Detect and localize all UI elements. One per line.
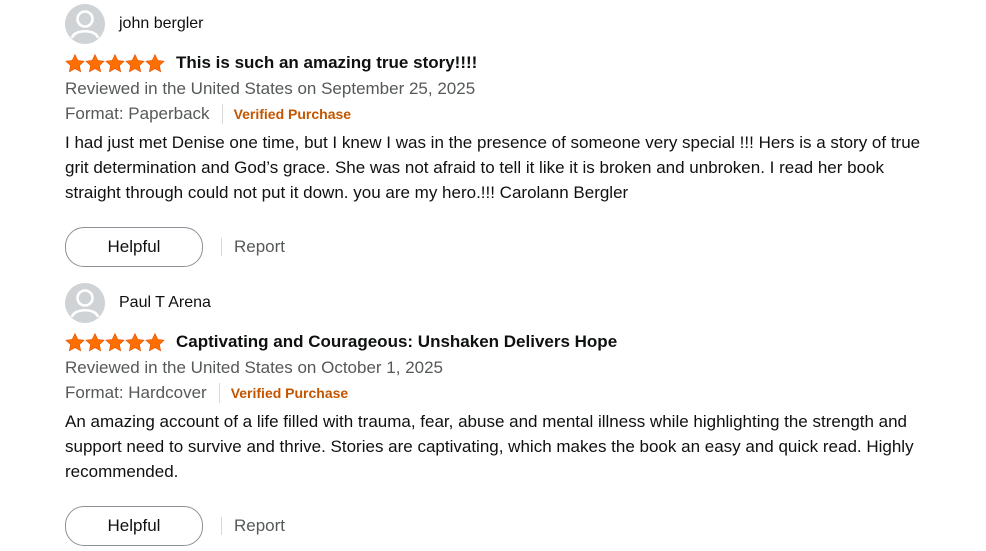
report-link[interactable]: Report [234,516,285,536]
star-icon [65,53,85,72]
star-icon [65,332,85,351]
review-body: I had just met Denise one time, but I kn… [65,133,921,202]
divider [221,517,222,535]
verified-purchase-badge: Verified Purchase [230,384,349,401]
review-date: Reviewed in the United States on Septemb… [65,79,476,98]
star-icon [105,53,125,72]
reviewer-name[interactable]: john bergler [119,15,204,33]
report-link[interactable]: Report [234,237,285,257]
star-icon [125,53,145,72]
divider [221,238,222,256]
star-icon [85,53,105,72]
review-date: Reviewed in the United States on October… [65,358,444,377]
reviewer-name[interactable]: Paul T Arena [119,294,211,312]
review-format-row: Format: Paperback Verified Purchase [65,101,925,126]
review-body: An amazing account of a life filled with… [65,412,914,481]
review-title[interactable]: Captivating and Courageous: Unshaken Del… [176,332,617,352]
avatar-icon [65,283,105,323]
review-title[interactable]: This is such an amazing true story!!!! [176,53,477,73]
review-format[interactable]: Format: Hardcover [65,383,207,403]
helpful-button[interactable]: Helpful [65,227,203,267]
review-format-row: Format: Hardcover Verified Purchase [65,380,925,405]
star-rating[interactable] [65,332,165,352]
review-format[interactable]: Format: Paperback [65,104,210,124]
star-icon [125,332,145,351]
review-actions: Helpful Report [65,227,925,267]
review-actions: Helpful Report [65,506,925,546]
verified-purchase-badge: Verified Purchase [233,105,352,122]
review-card: john bergler This is such an amazing tru… [65,4,925,267]
reviewer-profile[interactable]: Paul T Arena [65,283,925,323]
star-icon [145,332,165,351]
divider [221,103,223,124]
star-icon [85,332,105,351]
review-card: Paul T Arena Captivating and Courageous:… [65,283,925,546]
star-icon [105,332,125,351]
star-rating[interactable] [65,53,165,73]
helpful-button[interactable]: Helpful [65,506,203,546]
avatar-icon [65,4,105,44]
divider [218,382,220,403]
star-icon [145,53,165,72]
reviewer-profile[interactable]: john bergler [65,4,925,44]
